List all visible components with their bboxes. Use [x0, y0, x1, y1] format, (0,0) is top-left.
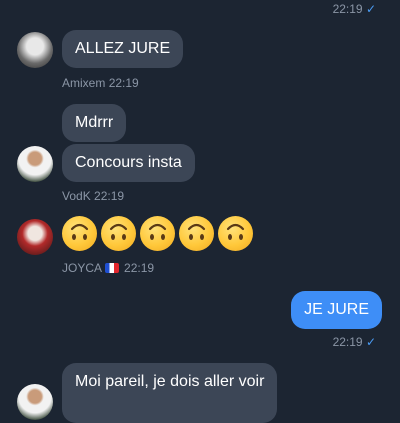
avatar-vodk[interactable]: [17, 146, 53, 182]
message-meta: Amixem 22:19: [62, 76, 139, 90]
read-check-icon: ✓: [365, 2, 376, 16]
upside-down-face-icon: [62, 216, 97, 251]
read-check-icon: ✓: [365, 335, 376, 349]
emoji-message[interactable]: [62, 216, 253, 251]
upside-down-face-icon: [218, 216, 253, 251]
message-meta-top: 22:19 ✓: [333, 2, 376, 16]
upside-down-face-icon: [101, 216, 136, 251]
french-flag-icon: [104, 263, 119, 273]
message-bubble[interactable]: Mdrrr: [62, 104, 127, 142]
avatar-amixem[interactable]: [17, 32, 53, 68]
avatar-joyca[interactable]: [17, 219, 53, 255]
timestamp: 22:19: [332, 2, 363, 16]
outgoing-message-bubble[interactable]: JE JURE: [291, 291, 382, 329]
upside-down-face-icon: [179, 216, 214, 251]
message-bubble[interactable]: ALLEZ JURE: [62, 30, 184, 68]
message-bubble[interactable]: Moi pareil, je dois aller voir: [62, 363, 278, 423]
timestamp: 22:19: [108, 76, 139, 90]
message-bubble[interactable]: Concours insta: [62, 144, 195, 182]
sender-name[interactable]: JOYCA: [62, 261, 101, 275]
upside-down-face-icon: [140, 216, 175, 251]
chat-thread: 22:19 ✓ ALLEZ JURE Amixem 22:19 Mdrrr Co…: [0, 0, 400, 423]
timestamp: 22:19: [94, 189, 125, 203]
message-meta: JOYCA 22:19: [62, 261, 154, 275]
message-meta: 22:19 ✓: [333, 335, 376, 349]
sender-name[interactable]: VodK: [62, 189, 91, 203]
timestamp: 22:19: [124, 261, 155, 275]
sender-name[interactable]: Amixem: [62, 76, 105, 90]
message-meta: VodK 22:19: [62, 189, 124, 203]
timestamp: 22:19: [332, 335, 363, 349]
avatar-vodk[interactable]: [17, 384, 53, 420]
